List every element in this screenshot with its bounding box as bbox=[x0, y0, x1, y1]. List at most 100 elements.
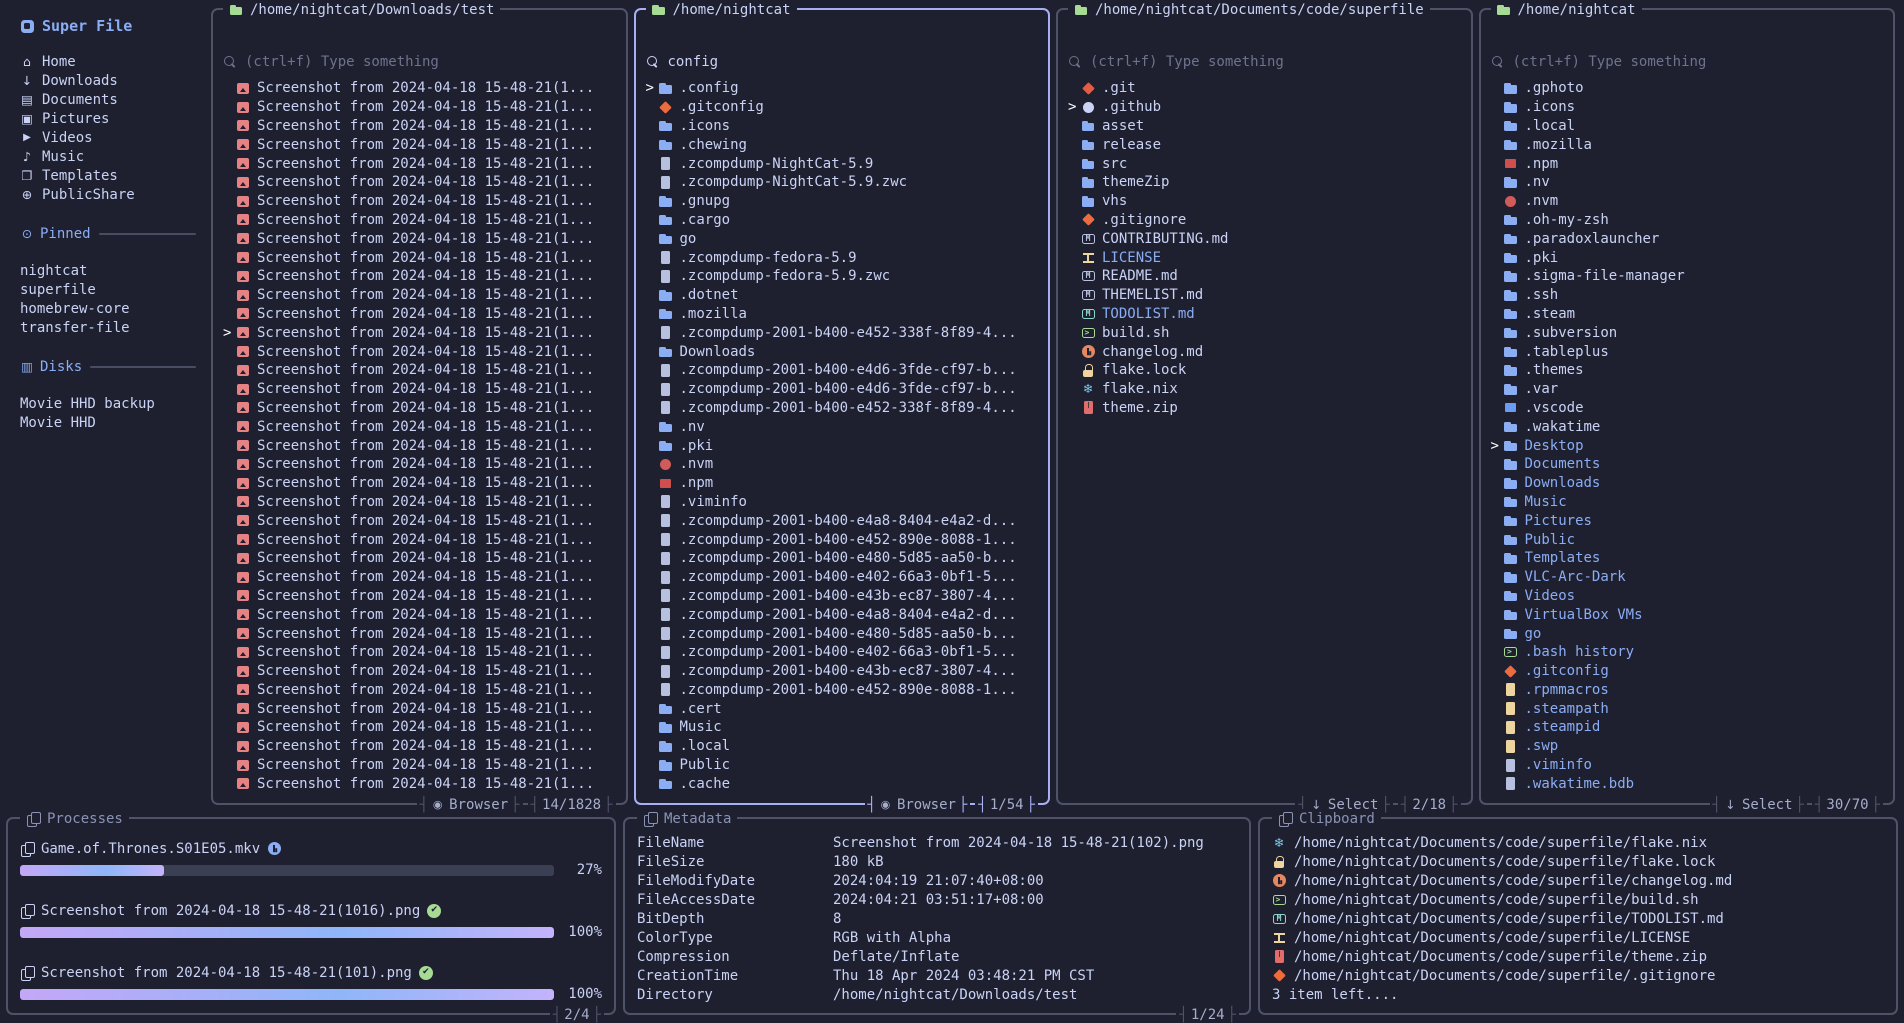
file-row[interactable]: Screenshot from 2024-04-18 15-48-21(1... bbox=[223, 211, 616, 230]
file-row[interactable]: TODOLIST.md bbox=[1068, 305, 1461, 324]
file-row[interactable]: Screenshot from 2024-04-18 15-48-21(1... bbox=[223, 380, 616, 399]
file-row[interactable]: .themes bbox=[1491, 361, 1884, 380]
file-row[interactable]: Screenshot from 2024-04-18 15-48-21(1... bbox=[223, 511, 616, 530]
file-row[interactable]: .rpmmacros bbox=[1491, 681, 1884, 700]
file-row[interactable]: Screenshot from 2024-04-18 15-48-21(1... bbox=[223, 436, 616, 455]
sidebar-item[interactable]: Videos bbox=[20, 128, 196, 147]
file-row[interactable]: Screenshot from 2024-04-18 15-48-21(1... bbox=[223, 568, 616, 587]
search-input[interactable]: (ctrl+f) Type something bbox=[223, 52, 616, 71]
search-input[interactable]: (ctrl+f) Type something bbox=[1068, 52, 1461, 71]
file-row[interactable]: Screenshot from 2024-04-18 15-48-21(1... bbox=[223, 135, 616, 154]
file-row[interactable]: .zcompdump-2001-b400-e43b-ec87-3807-4... bbox=[646, 662, 1039, 681]
file-row[interactable]: .zcompdump-2001-b400-e402-66a3-0bf1-5... bbox=[646, 568, 1039, 587]
file-row[interactable]: Screenshot from 2024-04-18 15-48-21(1... bbox=[223, 79, 616, 98]
file-row[interactable]: .subversion bbox=[1491, 323, 1884, 342]
file-row[interactable]: .zcompdump-fedora-5.9 bbox=[646, 248, 1039, 267]
file-row[interactable]: VirtualBox VMs bbox=[1491, 605, 1884, 624]
sidebar-disk-item[interactable]: Movie HHD bbox=[20, 413, 196, 432]
file-row[interactable]: Screenshot from 2024-04-18 15-48-21(1... bbox=[223, 587, 616, 606]
file-row[interactable]: .cert bbox=[646, 699, 1039, 718]
sidebar-item[interactable]: Pictures bbox=[20, 109, 196, 128]
file-row[interactable]: Screenshot from 2024-04-18 15-48-21(1... bbox=[223, 605, 616, 624]
file-row[interactable]: .zcompdump-2001-b400-e452-890e-8088-1... bbox=[646, 681, 1039, 700]
file-row[interactable]: Screenshot from 2024-04-18 15-48-21(1... bbox=[223, 342, 616, 361]
file-row[interactable]: Screenshot from 2024-04-18 15-48-21(1... bbox=[223, 173, 616, 192]
file-row[interactable]: Screenshot from 2024-04-18 15-48-21(1... bbox=[223, 154, 616, 173]
file-row[interactable]: Screenshot from 2024-04-18 15-48-21(1... bbox=[223, 624, 616, 643]
file-row[interactable]: .steampath bbox=[1491, 699, 1884, 718]
sidebar-item[interactable]: Home bbox=[20, 52, 196, 71]
file-row[interactable]: .icons bbox=[1491, 98, 1884, 117]
file-row[interactable]: .zcompdump-2001-b400-e452-338f-8f89-4... bbox=[646, 323, 1039, 342]
file-row[interactable]: .oh-my-zsh bbox=[1491, 211, 1884, 230]
file-row[interactable]: Screenshot from 2024-04-18 15-48-21(1... bbox=[223, 681, 616, 700]
file-row[interactable]: .nvm bbox=[646, 455, 1039, 474]
file-row[interactable]: Screenshot from 2024-04-18 15-48-21(1... bbox=[223, 549, 616, 568]
file-row[interactable]: LICENSE bbox=[1068, 248, 1461, 267]
file-row[interactable]: .dotnet bbox=[646, 286, 1039, 305]
file-row[interactable]: .zcompdump-2001-b400-e480-5d85-aa50-b... bbox=[646, 624, 1039, 643]
file-row[interactable]: Screenshot from 2024-04-18 15-48-21(1... bbox=[223, 662, 616, 681]
file-row[interactable]: .steampid bbox=[1491, 718, 1884, 737]
file-row[interactable]: Templates bbox=[1491, 549, 1884, 568]
file-row[interactable]: .swp bbox=[1491, 737, 1884, 756]
file-row[interactable]: .steam bbox=[1491, 305, 1884, 324]
file-row[interactable]: .vscode bbox=[1491, 399, 1884, 418]
file-row[interactable]: .pki bbox=[646, 436, 1039, 455]
file-row[interactable]: Screenshot from 2024-04-18 15-48-21(1... bbox=[223, 756, 616, 775]
process-item[interactable]: Screenshot from 2024-04-18 15-48-21(1016… bbox=[20, 901, 602, 939]
sidebar-item[interactable]: PublicShare bbox=[20, 185, 196, 204]
file-row[interactable]: Documents bbox=[1491, 455, 1884, 474]
file-row[interactable]: .gitconfig bbox=[646, 98, 1039, 117]
file-row[interactable]: .zcompdump-2001-b400-e480-5d85-aa50-b... bbox=[646, 549, 1039, 568]
file-row[interactable]: .var bbox=[1491, 380, 1884, 399]
file-row[interactable]: Screenshot from 2024-04-18 15-48-21(1... bbox=[223, 737, 616, 756]
search-input[interactable]: config bbox=[646, 52, 1039, 71]
file-row[interactable]: .sigma-file-manager bbox=[1491, 267, 1884, 286]
file-row[interactable]: changelog.md bbox=[1068, 342, 1461, 361]
file-row[interactable]: Music bbox=[1491, 493, 1884, 512]
process-item[interactable]: Screenshot from 2024-04-18 15-48-21(101)… bbox=[20, 963, 602, 1001]
file-row[interactable]: .bash_history bbox=[1491, 643, 1884, 662]
file-row[interactable]: Pictures bbox=[1491, 511, 1884, 530]
file-row[interactable]: .icons bbox=[646, 117, 1039, 136]
file-row[interactable]: .zcompdump-2001-b400-e452-338f-8f89-4... bbox=[646, 399, 1039, 418]
sidebar-item[interactable]: Templates bbox=[20, 166, 196, 185]
file-row[interactable]: .cache bbox=[646, 774, 1039, 793]
file-row[interactable]: Screenshot from 2024-04-18 15-48-21(1... bbox=[223, 417, 616, 436]
file-row[interactable]: Screenshot from 2024-04-18 15-48-21(1... bbox=[223, 98, 616, 117]
file-row[interactable]: CONTRIBUTING.md bbox=[1068, 229, 1461, 248]
file-row[interactable]: Downloads bbox=[646, 342, 1039, 361]
file-row[interactable]: Videos bbox=[1491, 587, 1884, 606]
file-row[interactable]: .git bbox=[1068, 79, 1461, 98]
file-row[interactable]: Screenshot from 2024-04-18 15-48-21(1... bbox=[223, 361, 616, 380]
file-row[interactable]: Screenshot from 2024-04-18 15-48-21(1... bbox=[223, 718, 616, 737]
file-row[interactable]: Screenshot from 2024-04-18 15-48-21(1... bbox=[223, 530, 616, 549]
file-row[interactable]: release bbox=[1068, 135, 1461, 154]
file-row[interactable]: .gnupg bbox=[646, 192, 1039, 211]
file-row[interactable]: .zcompdump-2001-b400-e452-890e-8088-1... bbox=[646, 530, 1039, 549]
file-row[interactable]: build.sh bbox=[1068, 323, 1461, 342]
file-row[interactable]: Screenshot from 2024-04-18 15-48-21(1... bbox=[223, 493, 616, 512]
file-row[interactable]: go bbox=[1491, 624, 1884, 643]
file-row[interactable]: Screenshot from 2024-04-18 15-48-21(1... bbox=[223, 305, 616, 324]
file-row[interactable]: .local bbox=[1491, 117, 1884, 136]
sidebar-pinned-item[interactable]: homebrew-core bbox=[20, 299, 196, 318]
file-row[interactable]: Music bbox=[646, 718, 1039, 737]
file-row[interactable]: .nv bbox=[1491, 173, 1884, 192]
file-row[interactable]: .zcompdump-2001-b400-e4a8-8404-e4a2-d... bbox=[646, 605, 1039, 624]
file-row[interactable]: themeZip bbox=[1068, 173, 1461, 192]
sidebar-pinned-item[interactable]: transfer-file bbox=[20, 318, 196, 337]
file-row[interactable]: .pki bbox=[1491, 248, 1884, 267]
file-row[interactable]: .gphoto bbox=[1491, 79, 1884, 98]
file-row[interactable]: Screenshot from 2024-04-18 15-48-21(1... bbox=[223, 699, 616, 718]
search-input[interactable]: (ctrl+f) Type something bbox=[1491, 52, 1884, 71]
file-row[interactable]: vhs bbox=[1068, 192, 1461, 211]
file-row[interactable]: .zcompdump-fedora-5.9.zwc bbox=[646, 267, 1039, 286]
file-row[interactable]: flake.lock bbox=[1068, 361, 1461, 380]
file-row[interactable]: .nv bbox=[646, 417, 1039, 436]
file-row[interactable]: Screenshot from 2024-04-18 15-48-21(1... bbox=[223, 192, 616, 211]
file-row[interactable]: .npm bbox=[646, 474, 1039, 493]
sidebar-item[interactable]: Downloads bbox=[20, 71, 196, 90]
file-row[interactable]: .ssh bbox=[1491, 286, 1884, 305]
